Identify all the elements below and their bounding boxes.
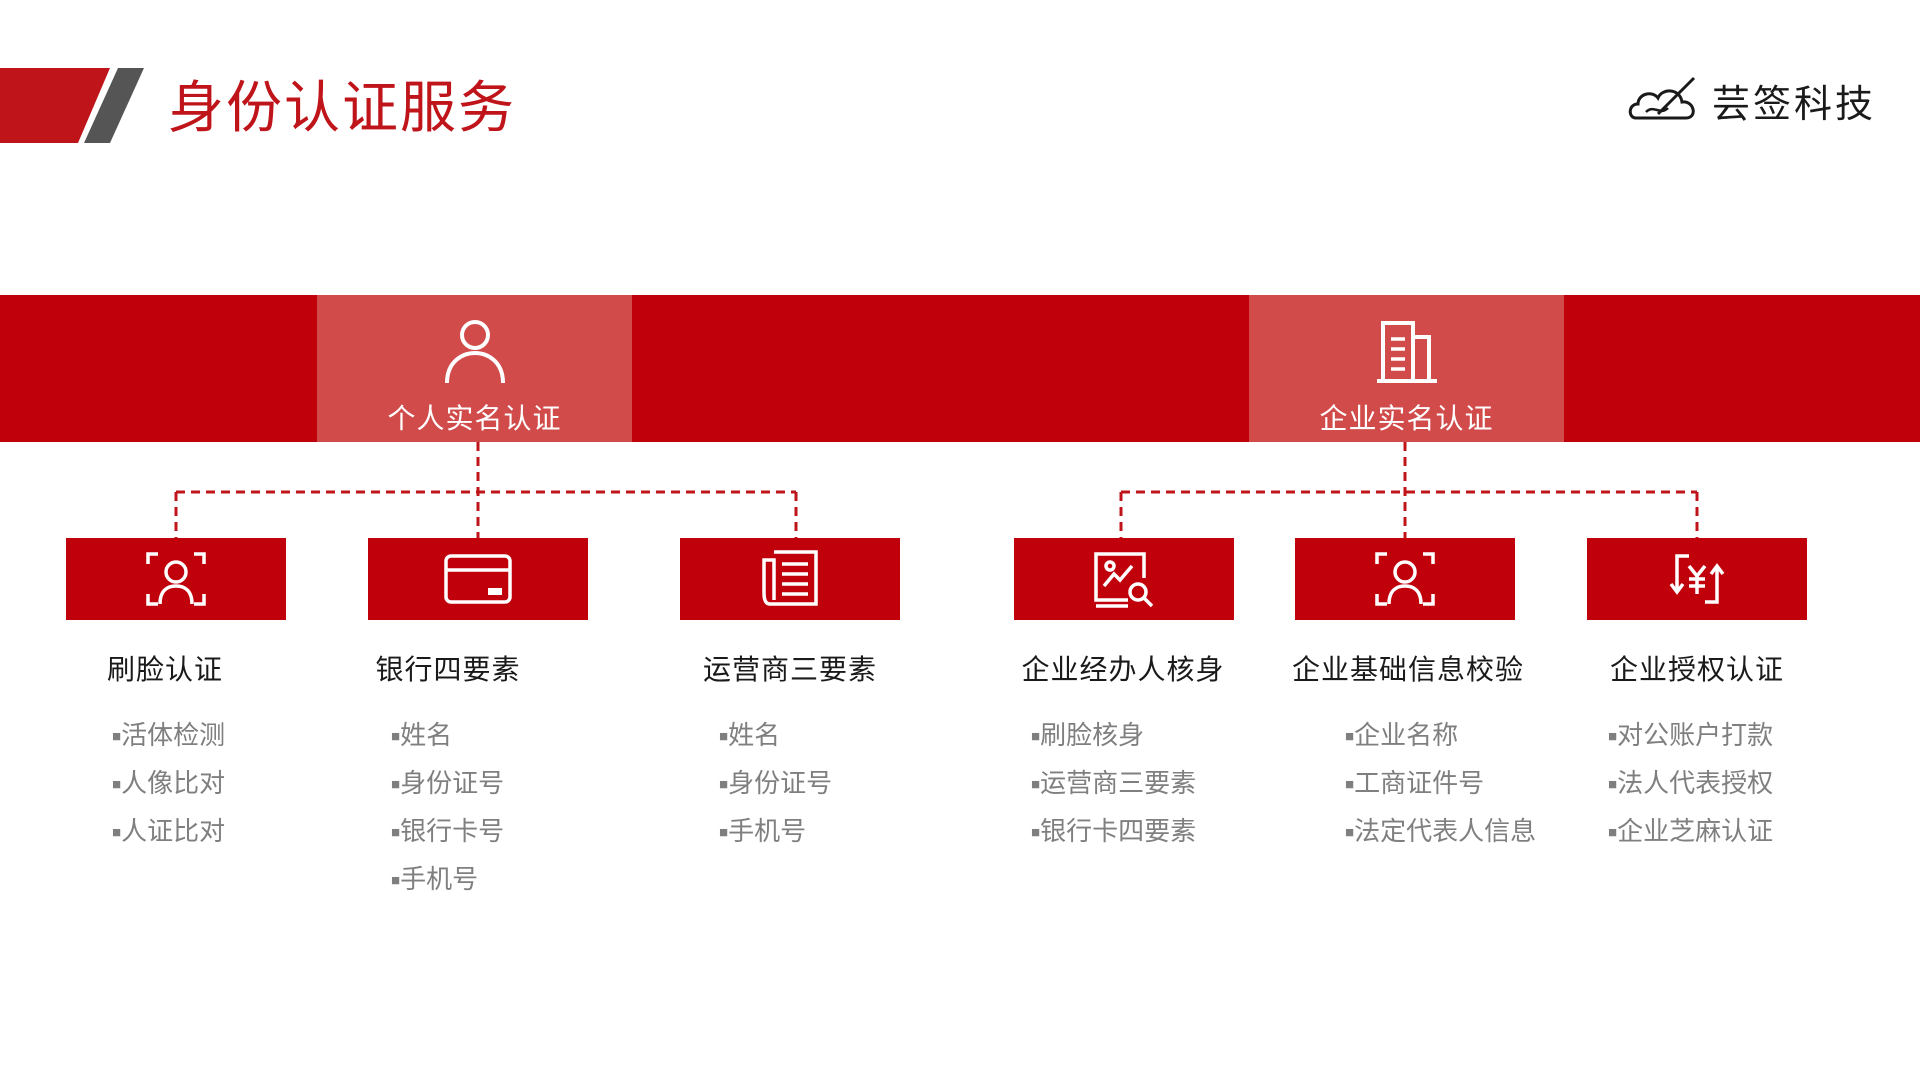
- list-item: 身份证号: [719, 762, 832, 810]
- list-item: 工商证件号: [1345, 762, 1536, 810]
- method-agent-verify: [1014, 538, 1234, 620]
- method-title: 企业经办人核身: [1021, 654, 1225, 685]
- bank-card-icon: [444, 554, 512, 604]
- logo-text: 芸签科技: [1712, 83, 1877, 126]
- list-item: 姓名: [391, 714, 504, 762]
- list-item: 人证比对: [112, 810, 225, 858]
- list-item: 手机号: [391, 858, 504, 906]
- feature-list: 活体检测 人像比对 人证比对: [112, 714, 225, 858]
- list-item: 刷脸核身: [1031, 714, 1196, 762]
- category-band: [0, 295, 1920, 442]
- header-decoration: [0, 68, 144, 143]
- list-item: 姓名: [719, 714, 832, 762]
- list-item: 活体检测: [112, 714, 225, 762]
- company-logo: 芸签科技: [1628, 70, 1876, 130]
- method-title: 运营商三要素: [702, 654, 878, 685]
- feature-list: 刷脸核身 运营商三要素 银行卡四要素: [1031, 714, 1196, 858]
- feature-list: 姓名 身份证号 银行卡号 手机号: [391, 714, 504, 906]
- list-item: 法人代表授权: [1608, 762, 1773, 810]
- method-face-auth: [66, 538, 286, 620]
- method-title: 银行四要素: [375, 654, 521, 685]
- method-enterprise-info: [1295, 538, 1515, 620]
- signature-cloud-icon: [1628, 76, 1696, 120]
- list-item: 运营商三要素: [1031, 762, 1196, 810]
- page-title: 身份认证服务: [168, 76, 516, 139]
- category-enterprise: 企业实名认证: [1249, 295, 1564, 442]
- list-item: 企业芝麻认证: [1608, 810, 1773, 858]
- face-scan-icon: [146, 552, 206, 606]
- face-scan-icon: [1375, 552, 1435, 606]
- feature-list: 对公账户打款 法人代表授权 企业芝麻认证: [1608, 714, 1773, 858]
- method-title: 刷脸认证: [106, 654, 224, 685]
- yuan-exchange-icon: [1669, 554, 1725, 604]
- feature-list: 姓名 身份证号 手机号: [719, 714, 832, 858]
- method-title: 企业基础信息校验: [1291, 654, 1525, 685]
- document-icon: [762, 550, 818, 606]
- list-item: 法定代表人信息: [1345, 810, 1536, 858]
- category-personal: 个人实名认证: [317, 295, 632, 442]
- building-icon: [1376, 321, 1437, 383]
- list-item: 企业名称: [1345, 714, 1536, 762]
- list-item: 银行卡号: [391, 810, 504, 858]
- category-label: 个人实名认证: [387, 403, 562, 434]
- method-carrier-three: [680, 538, 900, 620]
- list-item: 银行卡四要素: [1031, 810, 1196, 858]
- list-item: 身份证号: [391, 762, 504, 810]
- feature-list: 企业名称 工商证件号 法定代表人信息: [1345, 714, 1536, 858]
- id-card-search-icon: [1094, 552, 1154, 608]
- list-item: 对公账户打款: [1608, 714, 1773, 762]
- method-bank-four: [368, 538, 588, 620]
- method-enterprise-auth: [1587, 538, 1807, 620]
- method-title: 企业授权认证: [1609, 654, 1785, 685]
- list-item: 手机号: [719, 810, 832, 858]
- category-label: 企业实名认证: [1319, 403, 1494, 434]
- list-item: 人像比对: [112, 762, 225, 810]
- user-icon: [444, 320, 505, 384]
